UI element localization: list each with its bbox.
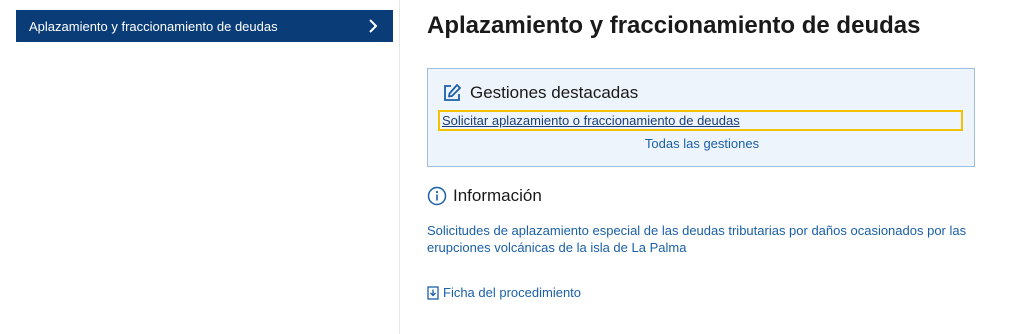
info-header: Información: [427, 186, 542, 206]
la-palma-info-link[interactable]: Solicitudes de aplazamiento especial de …: [427, 222, 977, 256]
ficha-procedimiento-link[interactable]: Ficha del procedimiento: [427, 285, 581, 300]
page-title: Aplazamiento y fraccionamiento de deudas: [427, 12, 921, 39]
featured-procedures-box: Gestiones destacadas Solicitar aplazamie…: [427, 68, 975, 167]
solicitar-aplazamiento-link[interactable]: Solicitar aplazamiento o fraccionamiento…: [438, 110, 963, 131]
sidebar-item-label: Aplazamiento y fraccionamiento de deudas: [29, 18, 278, 34]
ficha-label: Ficha del procedimiento: [443, 285, 582, 300]
info-icon: [427, 186, 447, 206]
page: Aplazamiento y fraccionamiento de deudas…: [0, 0, 1024, 334]
chevron-right-icon: [366, 18, 380, 34]
edit-icon: [442, 83, 462, 103]
sidebar: Aplazamiento y fraccionamiento de deudas: [0, 0, 400, 334]
document-icon: [427, 285, 439, 300]
sidebar-item-aplazamiento[interactable]: Aplazamiento y fraccionamiento de deudas: [16, 10, 393, 42]
all-procedures-link[interactable]: Todas las gestiones: [428, 136, 976, 151]
info-title: Información: [453, 186, 542, 205]
featured-title: Gestiones destacadas: [470, 83, 639, 102]
featured-header: Gestiones destacadas: [442, 83, 638, 103]
